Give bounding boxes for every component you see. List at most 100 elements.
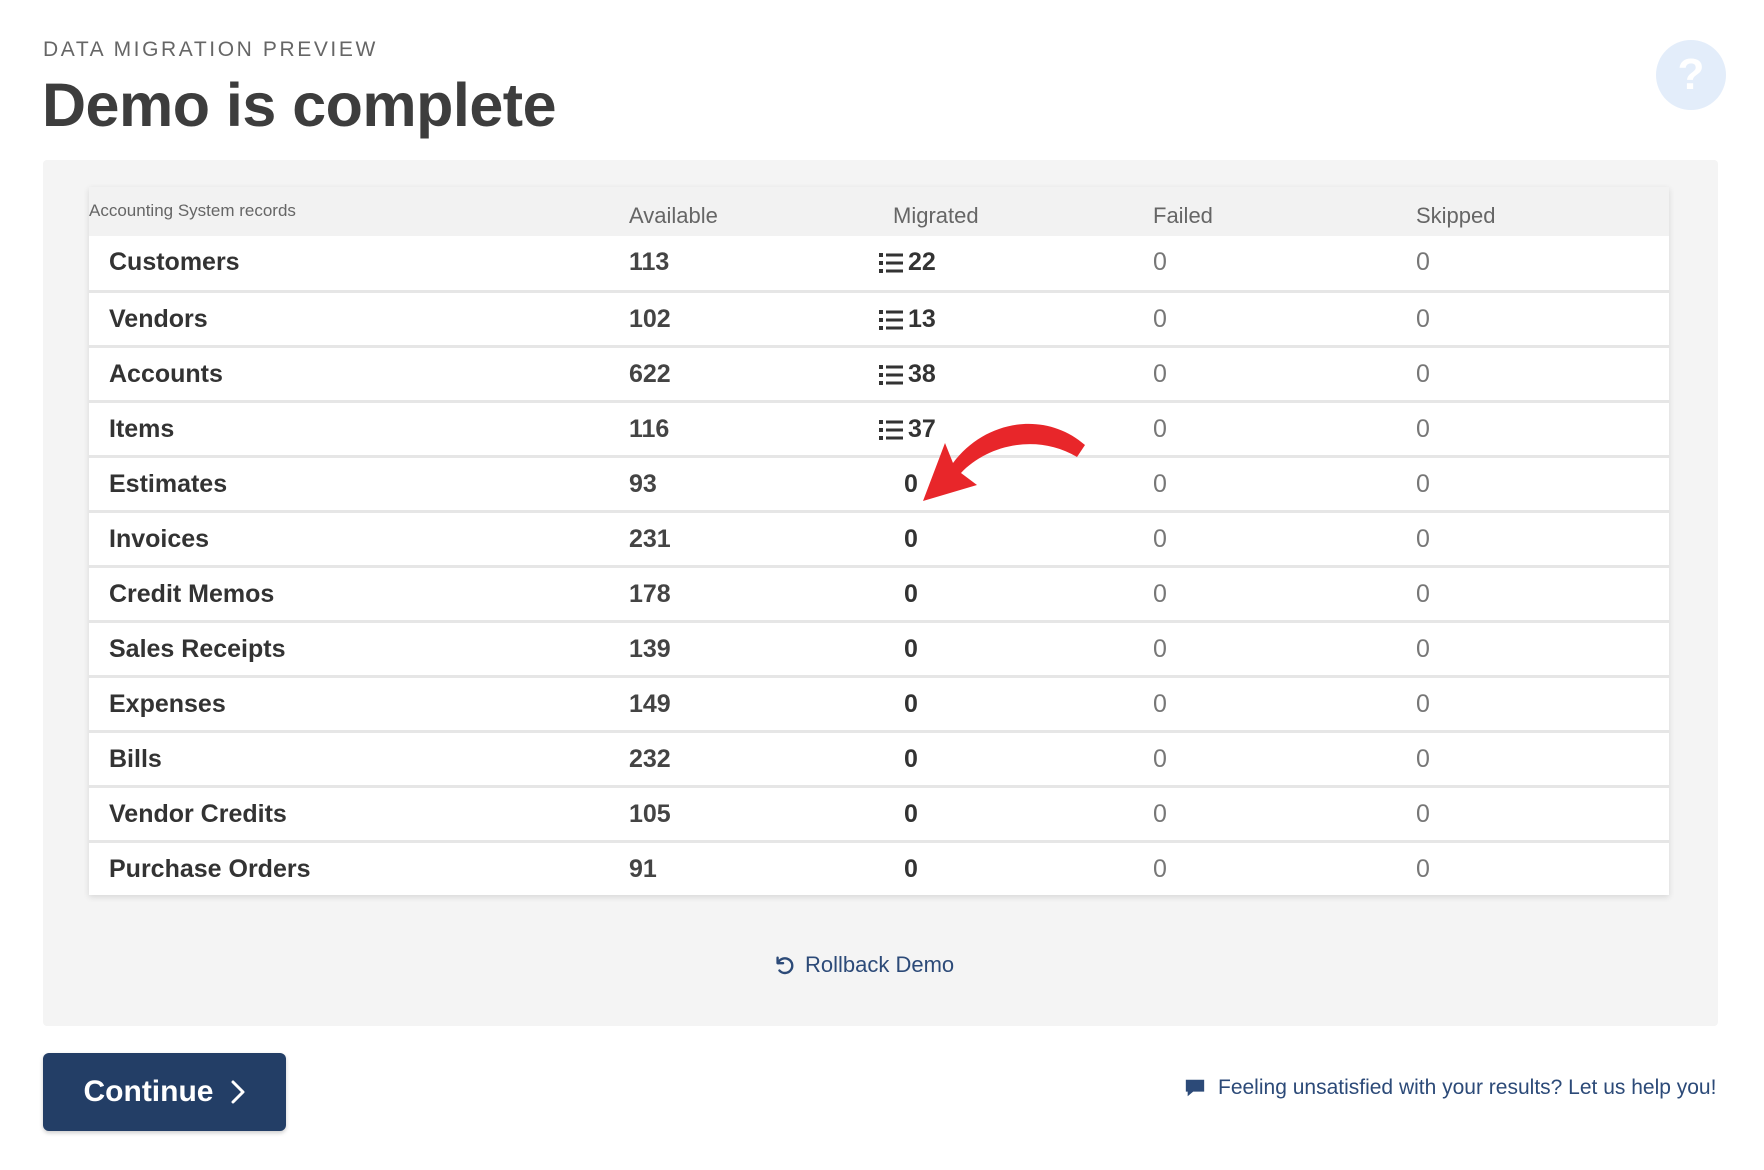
skipped-count: 0 [1416,360,1430,388]
table-row: Sales Receipts 139 0 0 0 [89,620,1669,675]
table-row: Expenses 149 0 0 0 [89,675,1669,730]
available-count: 105 [629,800,671,828]
skipped-count: 0 [1416,248,1430,276]
failed-count: 0 [1153,580,1167,608]
table-row: Purchase Orders 91 0 0 0 [89,840,1669,895]
record-type-name: Items [109,415,175,443]
available-count: 102 [629,305,671,333]
record-type-name: Estimates [109,470,228,498]
skipped-count: 0 [1416,690,1430,718]
skipped-count: 0 [1416,800,1430,828]
migrated-count: 0 [904,635,918,664]
failed-count: 0 [1153,690,1167,718]
skipped-count: 0 [1416,580,1430,608]
table-row: Bills 232 0 0 0 [89,730,1669,785]
migrated-value: 13 [908,305,936,333]
migrated-count[interactable]: 22 [879,248,936,277]
list-icon [879,252,903,273]
migrated-value: 0 [904,800,918,828]
eyebrow-label: DATA MIGRATION PREVIEW [43,38,378,61]
list-icon [879,309,903,330]
migrated-count: 0 [904,745,918,774]
available-count: 113 [629,248,670,276]
failed-count: 0 [1153,525,1167,553]
record-type-name: Expenses [109,690,226,718]
record-type-name: Bills [109,745,162,773]
available-count: 116 [629,415,670,443]
skipped-count: 0 [1416,635,1430,663]
skipped-count: 0 [1416,470,1430,498]
migrated-count: 0 [904,525,918,554]
results-panel: Accounting System records Available Migr… [43,160,1718,1026]
skipped-count: 0 [1416,855,1430,883]
help-link-label: Feeling unsatisfied with your results? L… [1218,1076,1717,1099]
skipped-count: 0 [1416,525,1430,553]
available-count: 93 [629,470,657,498]
rollback-demo-button[interactable]: Rollback Demo [773,952,954,978]
migrated-value: 0 [904,580,918,608]
continue-button[interactable]: Continue [43,1053,286,1131]
failed-count: 0 [1153,360,1167,388]
table-row: Vendor Credits 105 0 0 0 [89,785,1669,840]
list-icon [879,419,903,440]
chevron-right-icon [231,1080,245,1104]
migrated-value: 0 [904,635,918,663]
migrated-value: 0 [904,745,918,773]
failed-count: 0 [1153,745,1167,773]
table-row: Accounts 622 38 0 0 [89,345,1669,400]
table-row: Credit Memos 178 0 0 0 [89,565,1669,620]
migrated-value: 0 [904,525,918,553]
rollback-icon [776,956,794,975]
skipped-count: 0 [1416,305,1430,333]
continue-label: Continue [83,1075,214,1108]
help-link[interactable]: Feeling unsatisfied with your results? L… [1184,1076,1716,1100]
table-body: Customers 113 22 0 0 Vendors 102 13 0 0 Accounts 62… [89,236,1669,895]
table-row: Items 116 37 0 0 [89,400,1669,455]
record-type-name: Vendors [109,305,208,333]
column-header-records: Accounting System records [89,201,296,220]
failed-count: 0 [1153,855,1167,883]
column-header-available: Available [629,203,718,228]
failed-count: 0 [1153,635,1167,663]
migration-table: Accounting System records Available Migr… [89,187,1669,895]
table-header: Accounting System records Available Migr… [89,187,1669,236]
record-type-name: Vendor Credits [109,800,287,828]
list-icon [879,364,903,385]
table-row: Invoices 231 0 0 0 [89,510,1669,565]
record-type-name: Invoices [109,525,210,553]
table-row: Vendors 102 13 0 0 [89,290,1669,345]
rollback-demo-label: Rollback Demo [805,952,955,977]
column-header-failed: Failed [1153,203,1213,228]
migrated-count[interactable]: 13 [879,305,936,334]
migrated-count: 0 [904,690,918,719]
available-count: 149 [629,690,671,718]
chat-bubble-icon [1185,1079,1205,1097]
failed-count: 0 [1153,470,1167,498]
record-type-name: Customers [109,248,240,276]
record-type-name: Purchase Orders [109,855,311,883]
record-type-name: Sales Receipts [109,635,286,663]
record-type-name: Credit Memos [109,580,275,608]
annotation-arrow [923,423,1085,501]
question-mark-icon: ? [1677,50,1705,99]
table-row: Customers 113 22 0 0 [89,236,1669,290]
available-count: 139 [629,635,671,663]
migrated-count: 0 [904,855,918,884]
record-type-name: Accounts [109,360,223,388]
available-count: 91 [629,855,657,883]
available-count: 178 [629,580,671,608]
migrated-value: 0 [904,690,918,718]
migrated-count[interactable]: 38 [879,360,936,389]
skipped-count: 0 [1416,745,1430,773]
skipped-count: 0 [1416,415,1430,443]
migrated-value: 38 [908,360,936,388]
column-header-migrated: Migrated [893,203,979,228]
migrated-value: 22 [908,248,936,276]
migrated-value: 0 [904,855,918,883]
available-count: 232 [629,745,671,773]
column-header-skipped: Skipped [1416,203,1496,228]
table-row: Estimates 93 0 0 0 [89,455,1669,510]
migrated-count: 0 [904,580,918,609]
available-count: 231 [629,525,671,553]
help-button[interactable]: ? [1656,40,1726,110]
